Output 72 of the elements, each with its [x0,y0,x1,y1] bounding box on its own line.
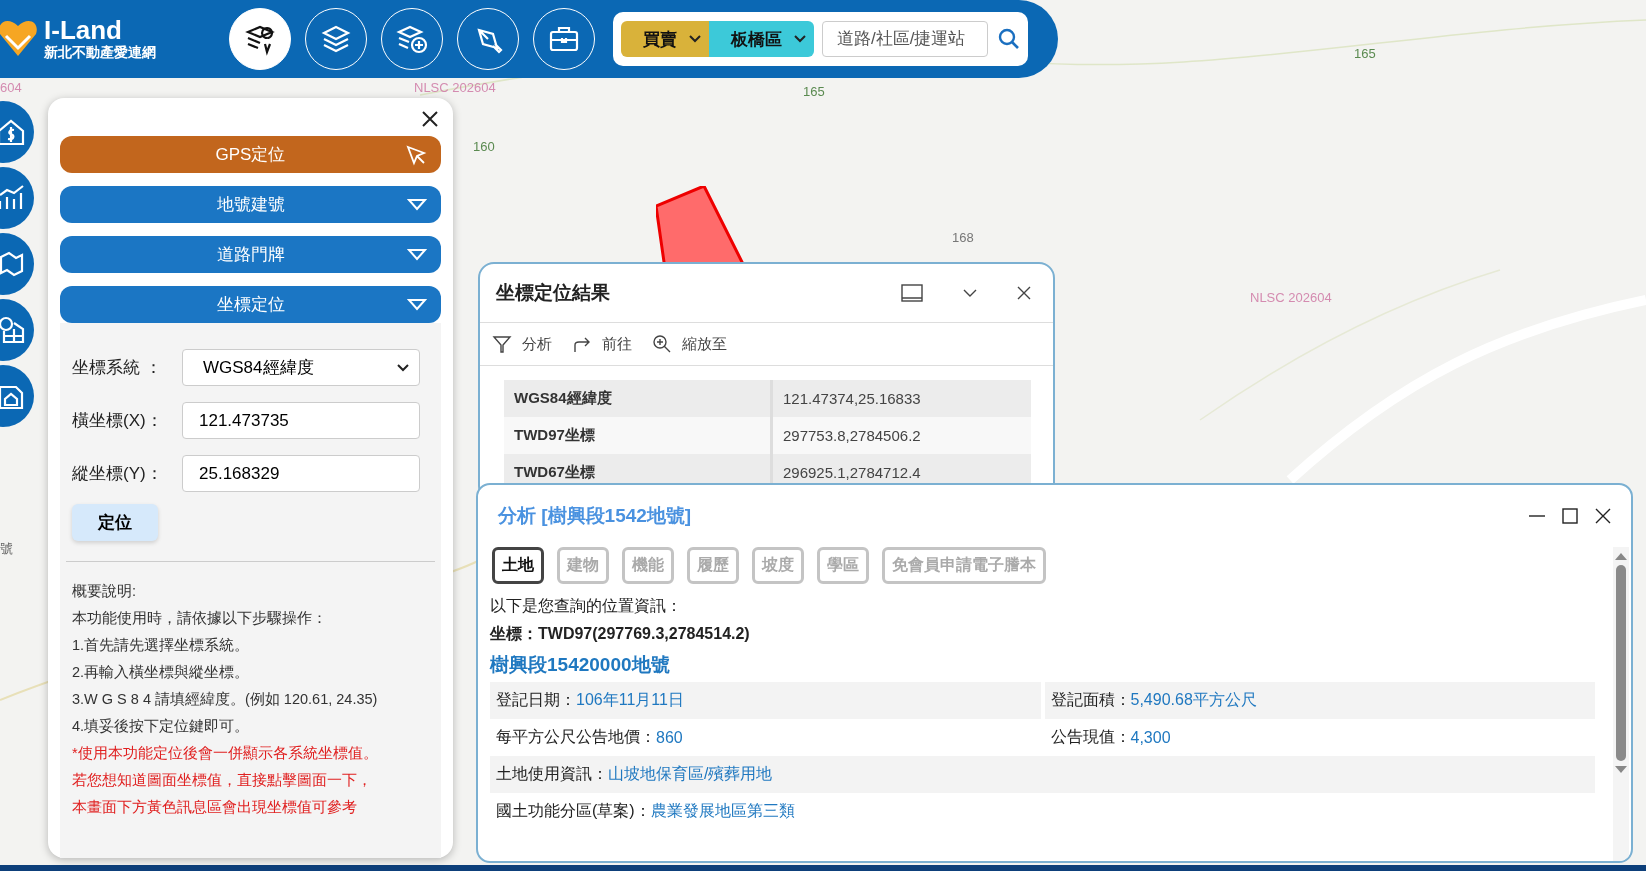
gps-locate-button[interactable]: GPS定位 [60,136,441,173]
coordinate-system-select[interactable]: WGS84經緯度 [182,349,420,386]
help-text: 2.再輸入橫坐標與縱坐標。 [72,663,251,682]
map-label: NLSC 202604 [414,80,496,95]
search-field[interactable]: 道路/社區/捷運站 [822,21,988,57]
close-icon[interactable] [1595,508,1611,524]
accordion-header[interactable]: 道路門牌 [60,236,441,273]
parcel-title: 樹興段15420000地號 [490,653,671,677]
house-search-icon [0,315,26,345]
search-icon[interactable] [998,28,1020,50]
map-label: 165 [803,84,825,99]
filter-action-button[interactable]: 分析 [492,334,552,354]
help-text: 3.W G S 8 4 請填經緯度。(例如 120.61, 24.35) [72,690,379,709]
coordinate-input[interactable]: 121.473735 [182,402,420,439]
map-label: 號 [0,540,13,558]
window-title: 分析 [樹興段1542地號] [498,504,692,528]
coordinate-text: 坐標：TWD97(297769.3,2784514.2) [490,624,751,644]
scrollbar[interactable] [1613,547,1629,861]
maximize-icon[interactable] [1562,508,1578,524]
info-cell-text: 國土功能分區(草案)：農業發展地區第三類 [495,801,796,821]
logo-title: I-Land [44,16,123,44]
chevron-down-icon [794,35,806,43]
chevron-down-icon [689,35,701,43]
intro-text: 以下是您查詢的位置資訊： [490,596,683,616]
zoom-action-button[interactable]: 縮放至 [652,334,727,354]
scrollbar-thumb[interactable] [1616,565,1626,761]
map-label: 165 [1354,46,1376,61]
map-label: 160 [473,139,495,154]
scroll-up-icon[interactable] [1614,551,1628,561]
info-cell: 登記日期：106年11月11日 [490,682,1041,719]
help-text: 本功能使用時，請依據以下步驟操作： [72,609,328,628]
field-label: 坐標系統 ： [72,357,163,379]
chevron-down-icon[interactable] [963,288,977,298]
scroll-down-icon[interactable] [1614,765,1628,775]
triangle-down-icon [407,197,427,212]
info-cell: 土地使用資訊：山坡地保育區/殯葬用地 [490,756,1595,793]
zoom-icon [652,334,672,354]
map-label: 604 [0,80,22,95]
accordion-header[interactable]: 坐標定位 [60,286,441,323]
table-cell-text: 297753.8,2784506.2 [782,427,921,444]
note-text: *使用本功能定位後會一併顯示各系統坐標值。 [72,744,379,763]
district-dropdown[interactable]: 板橋區 [709,21,814,57]
field-label: 橫坐標(X)： [72,410,164,432]
house-dollar-icon [0,117,26,147]
help-text: 概要說明: [72,582,138,601]
transaction-dropdown[interactable]: 買賣 [621,21,709,57]
table-cell-text: 296925.1,2784712.4 [782,464,921,481]
info-cell-text: 每平方公尺公告地價：860 [495,727,684,748]
map-label: NLSC 202604 [1250,290,1332,305]
info-cell-text: 公告現值：4,300 [1049,727,1172,748]
locate-button[interactable]: 定位 [72,504,158,541]
info-cell: 登記面積：5,490.68平方公尺 [1044,682,1595,719]
triangle-down-icon [407,297,427,312]
dock-icon[interactable] [901,284,923,302]
map-label: 168 [952,230,974,245]
logo-subtitle: 新北不動產愛連網 [44,44,156,62]
tab[interactable]: 土地 [492,547,544,584]
coordinate-input[interactable]: 25.168329 [182,455,420,492]
filter-icon [492,334,512,354]
goto-action-button[interactable]: 前往 [572,334,632,354]
triangle-down-icon [407,247,427,262]
field-label: 縱坐標(Y)： [72,463,164,485]
close-icon[interactable] [1017,286,1031,300]
note-text: 本畫面下方黃色訊息區會出現坐標值可參考 [72,798,358,817]
table-cell-text: 121.47374,25.16833 [782,390,921,407]
help-text: 1.首先請先選擇坐標系統。 [72,636,251,655]
accordion-header[interactable]: 地號建號 [60,186,441,223]
window-title: 坐標定位結果 [496,281,610,305]
note-text: 若您想知道圖面坐標值，直接點擊圖面一下， [72,771,373,790]
cursor-icon [405,143,427,166]
chevron-down-icon [397,363,409,372]
help-text: 4.填妥後按下定位鍵即可。 [72,717,251,736]
